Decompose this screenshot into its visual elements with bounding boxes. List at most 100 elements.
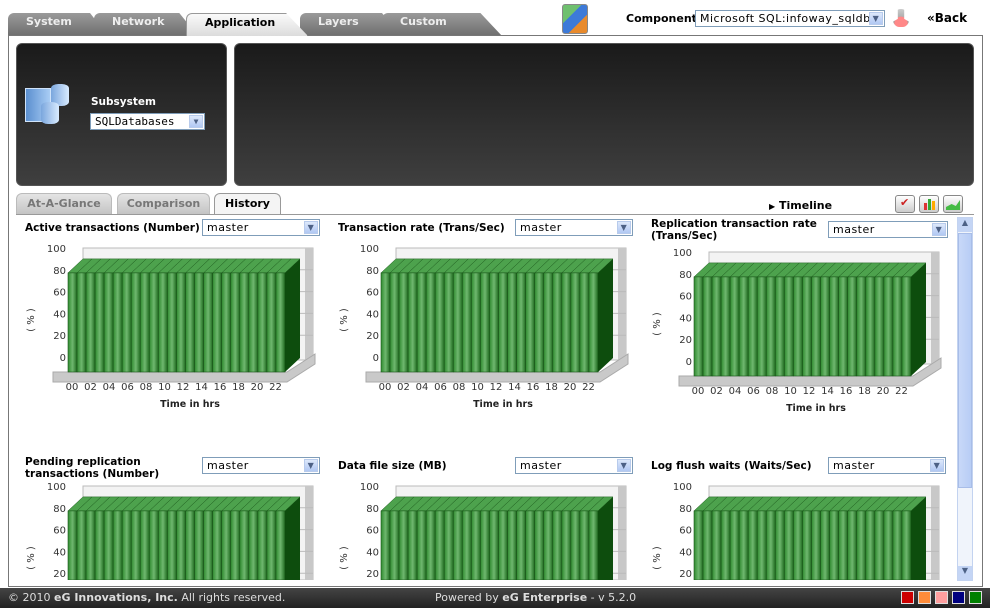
status-square[interactable] (935, 591, 948, 604)
bar (149, 272, 159, 373)
bar (248, 272, 259, 373)
tab-custom[interactable]: Custom (382, 13, 502, 36)
bar (579, 510, 590, 581)
y-tick-label: 0 (373, 353, 379, 364)
chart-instance-select[interactable]: master ▼ (202, 219, 320, 236)
bar (112, 510, 123, 581)
x-tick-label: 22 (895, 386, 908, 397)
y-tick-label: 60 (679, 526, 692, 537)
database-server-icon (25, 82, 77, 134)
bar (883, 276, 894, 377)
bar (85, 510, 96, 581)
subsystem-label: Subsystem (91, 96, 156, 108)
tab-at-a-glance[interactable]: At-A-Glance (16, 193, 112, 214)
x-tick-label: 14 (195, 382, 208, 393)
bar (67, 272, 78, 373)
x-tick-label: 12 (177, 382, 190, 393)
chart-instance-value: master (520, 221, 562, 234)
tab-comparison[interactable]: Comparison (117, 193, 210, 214)
chart-instance-select[interactable]: master ▼ (515, 219, 633, 236)
scroll-up-button[interactable]: ▲ (958, 218, 972, 232)
history-bar-chart: 20 40 60 80 100 ( % ) (25, 478, 325, 581)
bar (561, 510, 572, 581)
tab-application[interactable]: Application (186, 13, 308, 36)
bar (130, 510, 141, 581)
bar (784, 276, 794, 377)
timeline-toggle[interactable]: ▶ Timeline (769, 199, 832, 212)
chart-instance-select[interactable]: master ▼ (202, 457, 320, 474)
chart-instance-value: master (207, 221, 249, 234)
x-tick-label: 06 (434, 382, 447, 393)
bar (766, 276, 776, 377)
measure-check-icon[interactable]: ✔ (895, 195, 915, 213)
x-tick-label: 22 (269, 382, 282, 393)
chart-instance-select[interactable]: master ▼ (828, 221, 948, 238)
scroll-down-button[interactable]: ▼ (958, 566, 972, 580)
y-tick-label: 80 (679, 270, 692, 281)
back-link[interactable]: «Back (927, 11, 967, 25)
bar (901, 276, 912, 377)
bar-chart-icon[interactable] (919, 195, 939, 213)
tab-history[interactable]: History (214, 193, 281, 215)
status-square[interactable] (901, 591, 914, 604)
y-axis-label: ( % ) (652, 546, 663, 570)
layout-icon[interactable] (562, 4, 588, 34)
status-square[interactable] (952, 591, 965, 604)
history-bar-chart: 0 20 40 60 80 100 ( % ) 00 02 04 06 08 10 12 14 16 18 20 2… (25, 240, 325, 420)
bar (856, 510, 867, 581)
x-tick-label: 10 (471, 382, 484, 393)
bar (693, 276, 704, 377)
scrollbar[interactable]: ▲ ▼ (957, 217, 973, 581)
bar (425, 272, 436, 373)
area-chart-icon[interactable] (943, 195, 963, 213)
y-tick-label: 20 (366, 569, 379, 580)
bar (865, 510, 876, 581)
scroll-thumb[interactable] (958, 233, 972, 488)
bar (892, 510, 903, 581)
bar (874, 276, 885, 377)
bar (802, 510, 812, 581)
bar-side (911, 496, 926, 580)
chart-instance-value: master (520, 459, 562, 472)
bar (257, 510, 268, 581)
y-axis-label: ( % ) (339, 546, 350, 570)
bar (67, 510, 78, 581)
bar (838, 510, 849, 581)
y-tick-label: 100 (673, 482, 692, 493)
tab-network[interactable]: Network (94, 13, 198, 36)
bar (425, 510, 436, 581)
bar (711, 510, 722, 581)
y-axis-label: ( % ) (26, 308, 37, 332)
y-tick-label: 40 (366, 547, 379, 558)
chart-instance-select[interactable]: master ▼ (828, 457, 946, 474)
y-tick-label: 40 (53, 547, 66, 558)
y-tick-label: 80 (366, 504, 379, 515)
status-square[interactable] (969, 591, 982, 604)
bar (829, 276, 839, 377)
x-tick-label: 20 (877, 386, 890, 397)
bar (489, 272, 499, 373)
component-select[interactable]: Microsoft SQL:infoway_sqldb1 ▼ (695, 10, 885, 27)
bar (729, 510, 740, 581)
subsystem-select[interactable]: SQLDatabases ▼ (90, 113, 205, 130)
bar (398, 510, 409, 581)
bar (775, 510, 785, 581)
tab-system[interactable]: System (8, 13, 108, 36)
chart-instance-select[interactable]: master ▼ (515, 457, 633, 474)
x-tick-label: 04 (103, 382, 116, 393)
bar (257, 272, 268, 373)
y-tick-label: 20 (679, 569, 692, 580)
y-tick-label: 60 (366, 288, 379, 299)
bar (167, 272, 177, 373)
status-square[interactable] (918, 591, 931, 604)
bar (856, 276, 867, 377)
bar (112, 272, 123, 373)
bar (158, 510, 168, 581)
x-tick-label: 20 (564, 382, 577, 393)
charts-area: Active transactions (Number) master ▼ 0 20 40… (16, 216, 956, 582)
chart-instance-value: master (833, 459, 875, 472)
bar (838, 276, 849, 377)
alarm-icon[interactable] (893, 9, 909, 27)
bar-side (598, 496, 613, 580)
bar (516, 510, 526, 581)
